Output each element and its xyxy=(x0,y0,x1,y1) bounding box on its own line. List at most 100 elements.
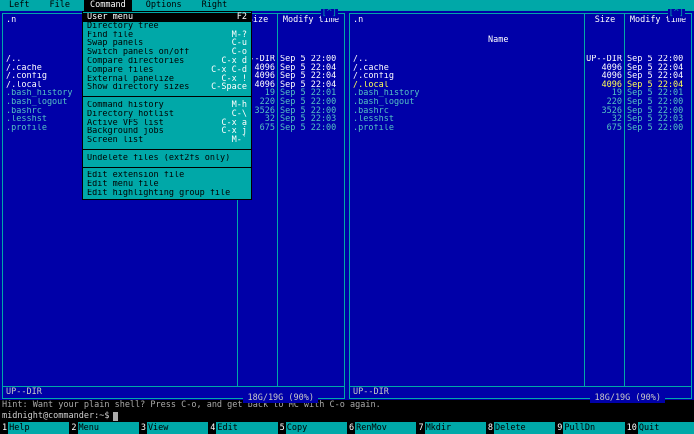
fkey-number: 1 xyxy=(0,422,9,434)
menu-item-label: Active VFS list xyxy=(87,118,164,128)
menu-item-label: Edit highlighting group file xyxy=(87,188,231,198)
menu-item-label: Edit menu file xyxy=(87,180,159,189)
file-mtime: Sep 5 22:00 xyxy=(280,122,337,133)
menu-item-label: Edit extension file xyxy=(87,171,185,181)
fkey-delete[interactable]: 8 Delete xyxy=(485,422,556,434)
panel-history-icon[interactable]: [^] xyxy=(320,9,338,18)
menu-item-undelete-files-ext2fs-only[interactable]: Undelete files (ext2fs only) xyxy=(83,154,251,163)
menu-separator xyxy=(83,92,251,101)
menu-separator xyxy=(83,145,251,154)
right-panel: [^] .n Name Size Modify time /.. UP--DIR… xyxy=(347,9,694,403)
column-header-mtime[interactable]: Modify time xyxy=(278,15,344,55)
menu-item-shortcut: F2 xyxy=(236,12,247,22)
fkey-label: View xyxy=(146,422,209,434)
disk-usage: 18G/19G (90%) xyxy=(243,394,318,403)
panel-frame: [^] .n Name Size Modify time /.. xyxy=(349,9,692,403)
file-name: .bash_history xyxy=(353,89,420,98)
fkey-number: 2 xyxy=(69,422,78,434)
shell-prompt: midnight@commander:~$ xyxy=(2,411,110,421)
column-divider xyxy=(624,14,625,386)
menu-item-user-menu[interactable]: User menu F2 xyxy=(83,13,251,22)
menu-item-directory-tree[interactable]: Directory tree xyxy=(83,22,251,31)
menu-left[interactable]: Left xyxy=(3,0,35,11)
menu-item-label: Find file xyxy=(87,30,134,40)
fkey-number: 9 xyxy=(555,422,564,434)
column-header-size[interactable]: Size xyxy=(585,15,625,55)
fkey-label: Quit xyxy=(637,422,694,434)
fkey-renmov[interactable]: 6 RenMov xyxy=(347,422,417,434)
file-mtime: Sep 5 22:00 xyxy=(627,122,684,133)
fkey-help[interactable]: 1 Help xyxy=(0,422,70,434)
menu-command[interactable]: Command xyxy=(83,0,132,11)
fkey-number: 5 xyxy=(277,422,286,434)
panel-history-icon[interactable]: [^] xyxy=(667,9,685,18)
fkey-number: 4 xyxy=(208,422,217,434)
fkey-label: Menu xyxy=(77,422,139,434)
menu-item-edit-menu-file[interactable]: Edit menu file xyxy=(83,180,251,189)
panel-columns-header: .n Name Size Modify time xyxy=(350,15,691,55)
fkey-edit[interactable]: 4 Edit xyxy=(208,422,278,434)
menu-item-find-file[interactable]: Find file M-? xyxy=(83,30,251,40)
menu-item-edit-highlighting-group-file[interactable]: Edit highlighting group file xyxy=(83,189,251,198)
fkey-view[interactable]: 3 View xyxy=(138,422,209,434)
file-name: .bashrc xyxy=(353,106,389,116)
fkey-label: Delete xyxy=(493,422,556,434)
menu-item-shortcut: C-Space xyxy=(211,82,247,93)
text-cursor xyxy=(113,411,119,421)
menu-file[interactable]: File xyxy=(43,0,75,11)
command-menu: User menu F2 Directory tree Find file M-… xyxy=(82,11,252,200)
fkey-copy[interactable]: 5 Copy xyxy=(277,422,348,434)
fkey-label: Edit xyxy=(216,422,278,434)
fkey-number: 10 xyxy=(624,422,638,434)
menu-item-screen-list[interactable]: Screen list M-` xyxy=(83,136,251,145)
file-name: /.cache xyxy=(353,63,389,73)
file-list: /.. UP--DIR Sep 5 22:00 /.cache 4096 Sep… xyxy=(350,55,691,386)
fkey-number: 8 xyxy=(485,422,494,434)
file-name: .profile xyxy=(353,123,394,133)
menu-bar: Left File Command Options Right xyxy=(0,0,694,11)
fkey-mkdir[interactable]: 7 Mkdir xyxy=(416,422,486,434)
file-name: .lesshst xyxy=(353,115,394,124)
menu-item-label: Switch panels on/off xyxy=(87,48,190,57)
mc-screen: Left File Command Options Right [^] .n N… xyxy=(0,0,694,434)
column-header-name[interactable]: .n Name xyxy=(350,15,585,55)
sort-indicator: .n xyxy=(353,15,364,25)
menu-item-label: Swap panels xyxy=(87,39,144,49)
column-divider xyxy=(584,14,585,386)
fkey-label: PullDn xyxy=(563,422,625,434)
fkey-number: 6 xyxy=(347,422,356,434)
file-row-profile[interactable]: .profile 675 Sep 5 22:00 xyxy=(350,124,691,133)
fkey-number: 3 xyxy=(138,422,147,434)
menu-item-shortcut: M-` xyxy=(231,135,247,146)
fkey-pulldn[interactable]: 9 PullDn xyxy=(555,422,625,434)
menu-item-show-directory-sizes[interactable]: Show directory sizes C-Space xyxy=(83,83,251,92)
fkey-menu[interactable]: 2 Menu xyxy=(69,422,139,434)
file-name: /.local xyxy=(353,80,389,90)
menu-item-label: Compare files xyxy=(87,65,154,75)
sort-indicator: .n xyxy=(6,15,17,25)
menu-item-swap-panels[interactable]: Swap panels C-u xyxy=(83,39,251,48)
menu-item-label: Screen list xyxy=(87,136,144,145)
disk-usage: 18G/19G (90%) xyxy=(590,394,665,403)
file-name: /.config xyxy=(353,72,394,81)
function-key-bar: 1 Help 2 Menu 3 View 4 Edit 5 Copy 6 Ren… xyxy=(0,422,694,434)
menu-item-label: Compare directories xyxy=(87,56,185,66)
menu-item-label: Background jobs xyxy=(87,127,164,137)
menu-options[interactable]: Options xyxy=(140,0,188,11)
column-header-mtime[interactable]: Modify time xyxy=(625,15,691,55)
file-name: /.. xyxy=(353,55,369,64)
fkey-number: 7 xyxy=(416,422,425,434)
menu-item-edit-extension-file[interactable]: Edit extension file xyxy=(83,171,251,180)
file-name: .bash_logout xyxy=(353,97,415,107)
column-divider xyxy=(277,14,278,386)
menu-item-background-jobs[interactable]: Background jobs C-x j xyxy=(83,127,251,136)
menu-item-command-history[interactable]: Command history M-h xyxy=(83,101,251,110)
menu-item-label: Directory tree xyxy=(87,21,159,31)
menu-separator xyxy=(83,163,251,172)
menu-item-label: Directory hotlist xyxy=(87,109,174,119)
menu-item-label: Show directory sizes xyxy=(87,83,190,93)
command-line[interactable]: midnight@commander:~$ xyxy=(0,410,694,422)
fkey-quit[interactable]: 10 Quit xyxy=(624,422,694,434)
fkey-label: Copy xyxy=(285,422,348,434)
menu-right[interactable]: Right xyxy=(196,0,234,11)
